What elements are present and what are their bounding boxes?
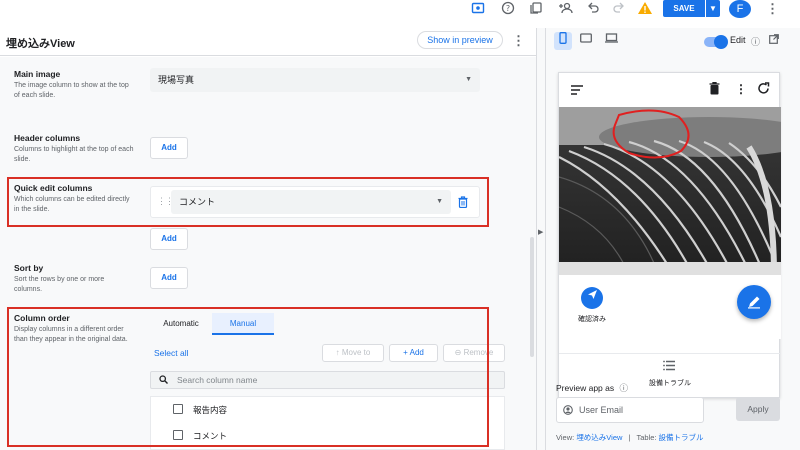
collapse-arrow-icon[interactable]: ▶ [538,228,543,236]
add-person-icon[interactable] [558,1,574,17]
edit-toggle[interactable] [704,35,728,49]
table-prefix: Table: [636,433,657,442]
view-table-info: View: 埋め込みView | Table: 設備トラブル [556,432,704,443]
editor-more-icon[interactable]: ⋮ [512,34,525,47]
add-sort-button[interactable]: Add [150,267,188,289]
chevron-down-icon: ▼ [709,4,717,13]
info-icon[interactable]: ⓘ [751,35,760,48]
toggle-knob [714,35,728,49]
list-icon[interactable] [663,360,675,374]
apply-button[interactable]: Apply [736,397,780,421]
show-in-preview-button[interactable]: Show in preview [417,31,503,49]
preview-app-as-text: Preview app as [556,383,615,393]
main-image-desc: The image column to show at the top of e… [14,82,129,99]
phone-device-icon[interactable] [554,32,572,50]
main-image-label: Main image [14,69,61,79]
save-dropdown-button[interactable]: ▼ [706,0,720,17]
action-label: 確認済み [578,316,606,323]
editor-header: 埋め込みView Show in preview ⋮ [0,28,536,56]
column-order-highlight-box [7,307,489,447]
help-icon[interactable]: ? [500,1,516,17]
phone-topbar: ⋮ [559,73,781,107]
email-placeholder: User Email [579,405,624,415]
view-title: 埋め込みView [6,38,75,50]
save-button[interactable]: SAVE [663,0,705,17]
main-image-select[interactable]: 現場写真 ▼ [150,68,480,92]
dropdown-arrow-icon: ▼ [465,76,472,83]
preview-panel: Edit ⓘ ⋮ 確認済み 設備トラブル Preview app as ⓘ Us… [546,28,800,450]
nav-label[interactable]: 設備トラブル [639,378,701,388]
add-quick-edit-button[interactable]: Add [150,228,188,250]
view-prefix: View: [556,433,575,442]
open-external-icon[interactable] [769,34,779,47]
copy-icon[interactable] [528,1,544,17]
main-image[interactable] [559,107,781,275]
account-icon [563,398,573,424]
preview-app-as-label: Preview app as ⓘ [556,382,628,394]
editor-scrollbar[interactable] [530,237,534,357]
sort-menu-icon[interactable] [571,84,583,98]
view-link[interactable]: 埋め込みView [576,433,622,442]
avatar[interactable]: F [729,0,751,18]
desktop-device-icon[interactable] [602,32,620,50]
refresh-icon[interactable] [757,82,770,98]
edit-label: Edit [730,35,746,45]
warning-icon[interactable] [637,1,653,17]
top-toolbar: ? SAVE ▼ F ⋮ [0,0,800,22]
redo-icon[interactable] [611,1,627,17]
more-menu-icon[interactable]: ⋮ [766,2,779,15]
header-columns-desc: Columns to highlight at the top of each … [14,146,134,163]
sort-by-desc: Sort the rows by one or more columns. [14,276,105,293]
separator: | [628,433,631,442]
header-columns-label: Header columns [14,133,81,143]
phone-preview: ⋮ 確認済み 設備トラブル [558,72,781,398]
main-image-value: 現場写真 [158,75,195,85]
svg-text:?: ? [506,4,510,13]
send-icon[interactable] [581,287,603,309]
email-field[interactable]: User Email [556,397,704,423]
tablet-device-icon[interactable] [577,32,595,50]
panel-divider[interactable]: ▶ [536,28,546,450]
undo-icon[interactable] [585,1,601,17]
quick-edit-highlight-box [7,177,489,227]
preview-icon[interactable] [470,1,486,17]
info-icon[interactable]: ⓘ [620,383,629,393]
add-header-column-button[interactable]: Add [150,137,188,159]
edit-fab-button[interactable] [737,285,771,319]
table-link[interactable]: 設備トラブル [659,433,704,442]
sort-by-label: Sort by [14,263,44,273]
more-options-icon[interactable]: ⋮ [735,82,747,96]
delete-icon[interactable] [709,82,720,98]
